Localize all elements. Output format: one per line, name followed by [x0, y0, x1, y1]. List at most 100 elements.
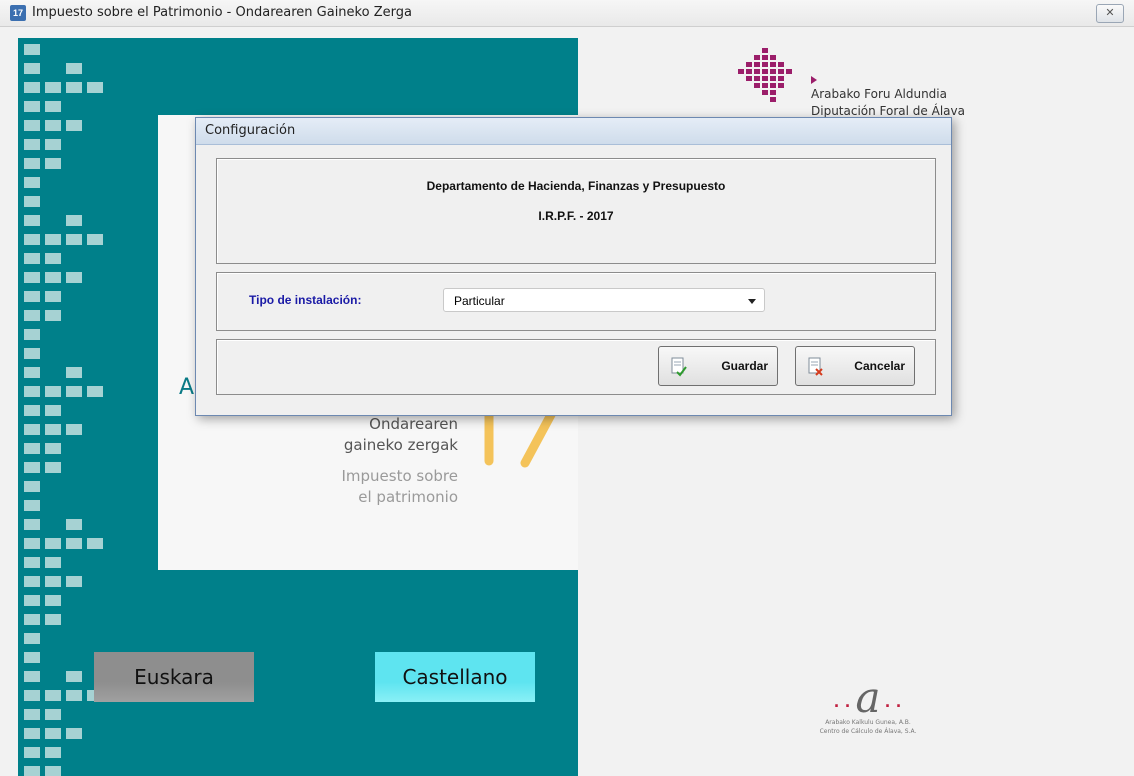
- save-label: Guardar: [721, 359, 768, 373]
- decorative-square: [45, 690, 61, 701]
- decorative-square: [24, 158, 40, 169]
- decorative-square: [45, 557, 61, 568]
- decorative-square: [45, 139, 61, 150]
- decorative-square: [24, 177, 40, 188]
- decorative-square: [24, 747, 40, 758]
- decorative-square: [24, 538, 40, 549]
- decorative-square: [24, 614, 40, 625]
- decorative-square: [45, 595, 61, 606]
- installation-type-label: Tipo de instalación:: [249, 293, 362, 307]
- decorative-square: [66, 82, 82, 93]
- decorative-square: [24, 652, 40, 663]
- department-label: Departamento de Hacienda, Finanzas y Pre…: [426, 179, 726, 193]
- decorative-square: [45, 576, 61, 587]
- decorative-square: [45, 120, 61, 131]
- decorative-square: [24, 519, 40, 530]
- decorative-square: [45, 614, 61, 625]
- decorative-square: [24, 82, 40, 93]
- decorative-square: [24, 310, 40, 321]
- decorative-square: [66, 63, 82, 74]
- org-line1: Arabako Foru Aldundia: [811, 87, 947, 101]
- decorative-square: [24, 595, 40, 606]
- decorative-square: [45, 728, 61, 739]
- decorative-square: [24, 500, 40, 511]
- castellano-button[interactable]: Castellano: [375, 652, 535, 702]
- title-bar: 17 Impuesto sobre el Patrimonio - Ondare…: [0, 0, 1134, 27]
- decorative-square: [45, 291, 61, 302]
- decorative-square: [24, 709, 40, 720]
- decorative-square: [24, 690, 40, 701]
- decorative-square: [24, 63, 40, 74]
- tagline-eu-line2: gaineko zergak: [343, 436, 458, 454]
- decorative-square: [66, 424, 82, 435]
- decorative-square: [45, 424, 61, 435]
- decorative-square: [24, 443, 40, 454]
- cancel-button[interactable]: Cancelar: [795, 346, 915, 386]
- decorative-square: [66, 519, 82, 530]
- dialog-title: Configuración: [196, 118, 951, 145]
- decorative-square: [24, 44, 40, 55]
- tagline-euskara: Ondarearen gaineko zergak: [318, 414, 458, 456]
- app-icon: 17: [10, 5, 26, 21]
- diputacion-logo-icon: [738, 48, 792, 102]
- decorative-square: [66, 690, 82, 701]
- close-button[interactable]: ✕: [1096, 4, 1124, 23]
- tagline-es-line2: el patrimonio: [358, 488, 458, 506]
- decorative-square: [24, 424, 40, 435]
- installation-group: Tipo de instalación: Particular: [216, 272, 936, 331]
- decorative-square: [24, 671, 40, 682]
- decorative-square: [24, 196, 40, 207]
- decorative-square: [45, 747, 61, 758]
- decorative-square: [45, 405, 61, 416]
- irpf-label: I.R.P.F. - 2017: [538, 209, 614, 223]
- decorative-square: [66, 538, 82, 549]
- decorative-square: [66, 367, 82, 378]
- decorative-square: [45, 101, 61, 112]
- decorative-square: [24, 462, 40, 473]
- ccaa-logo: · · a · · Arabako Kalkulu Gunea, A.B. Ce…: [788, 677, 948, 748]
- decorative-square: [24, 405, 40, 416]
- decorative-square: [24, 120, 40, 131]
- decorative-square: [24, 367, 40, 378]
- decorative-square: [45, 82, 61, 93]
- decorative-square: [87, 82, 103, 93]
- decorative-square: [24, 272, 40, 283]
- decorative-square: [24, 728, 40, 739]
- decorative-square: [45, 386, 61, 397]
- decorative-square: [45, 462, 61, 473]
- decorative-square: [24, 766, 40, 776]
- year-17-graphic: [484, 411, 558, 468]
- decorative-square: [24, 253, 40, 264]
- decorative-square: [45, 766, 61, 776]
- decorative-square: [45, 234, 61, 245]
- decorative-square: [66, 120, 82, 131]
- euskara-button[interactable]: Euskara: [94, 652, 254, 702]
- decorative-square: [66, 272, 82, 283]
- department-group: Departamento de Hacienda, Finanzas y Pre…: [216, 158, 936, 264]
- decorative-square: [87, 538, 103, 549]
- cancel-label: Cancelar: [854, 359, 905, 373]
- decorative-square: [24, 481, 40, 492]
- save-check-icon: [671, 357, 687, 377]
- partial-letter: A: [179, 375, 195, 400]
- decorative-square: [24, 139, 40, 150]
- decorative-square: [24, 234, 40, 245]
- decorative-square: [66, 728, 82, 739]
- tagline-eu-line1: Ondarearen: [369, 415, 458, 433]
- tagline-castellano: Impuesto sobre el patrimonio: [318, 466, 458, 508]
- decorative-square: [24, 633, 40, 644]
- ccaa-line1: Arabako Kalkulu Gunea, A.B.: [825, 719, 911, 726]
- installation-type-select[interactable]: Particular: [443, 288, 765, 312]
- decorative-square: [24, 101, 40, 112]
- installation-type-value: Particular: [454, 294, 505, 308]
- chevron-down-icon[interactable]: [748, 299, 756, 304]
- decorative-square: [45, 158, 61, 169]
- organization-name: Arabako Foru Aldundia Diputación Foral d…: [811, 86, 965, 120]
- decorative-square: [66, 671, 82, 682]
- save-button[interactable]: Guardar: [658, 346, 778, 386]
- decorative-square: [66, 576, 82, 587]
- decorative-square: [24, 329, 40, 340]
- ccaa-dots-right-icon: · ·: [884, 696, 902, 716]
- decorative-square: [24, 557, 40, 568]
- ccaa-a-icon: a: [855, 673, 881, 722]
